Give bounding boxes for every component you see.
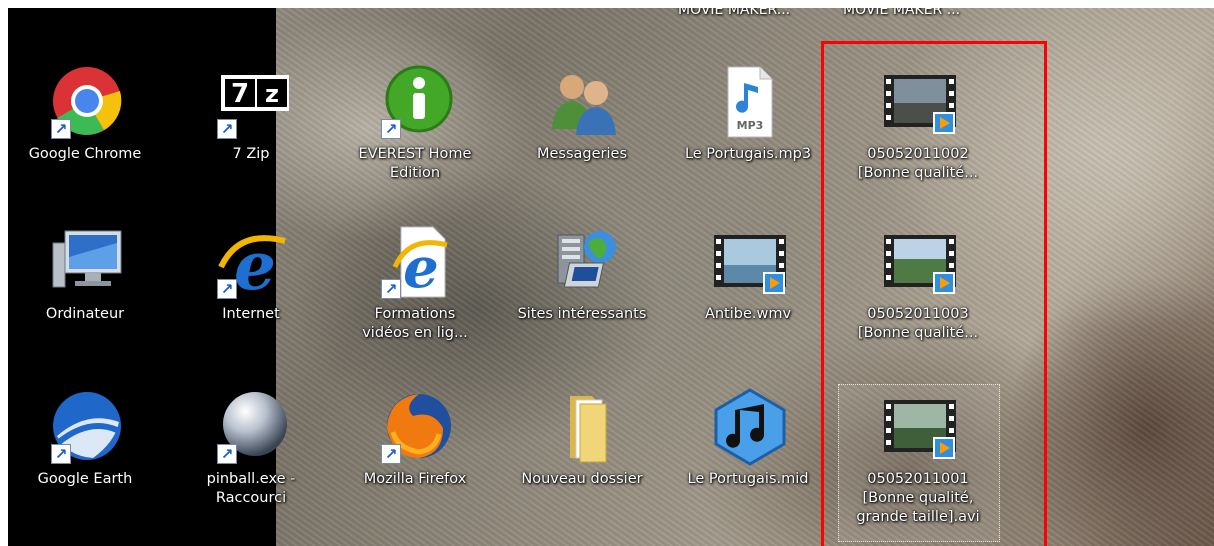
desktop-icon-label: Messageries [536,146,628,162]
desktop-icon-label: Google Chrome [28,146,142,162]
desktop-icon-pinball[interactable]: ↗ pinball.exe - Raccourci [171,388,331,508]
desktop-icon-label: Google Earth [37,471,133,487]
desktop-icon-label: Mozilla Firefox [363,471,467,487]
desktop-icon-internet[interactable]: e ↗ Internet [171,223,331,324]
svg-text:z: z [265,80,279,108]
desktop-icon-label: Nouveau dossier [521,471,643,487]
network-folder-icon [540,223,624,301]
desktop-icon-label: Antibe.wmv [704,306,792,322]
desktop-icon-nouveau-dossier[interactable]: Nouveau dossier [502,388,662,489]
mp3-file-icon: MP3 [706,63,790,141]
desktop-icon-everest[interactable]: ↗ EVEREST Home Edition [335,63,495,183]
desktop-icon-label: Le Portugais.mp3 [684,146,812,162]
desktop-icon-label: Internet [222,306,280,322]
desktop-icon-le-portugais-mp3[interactable]: MP3 Le Portugais.mp3 [668,63,828,164]
shortcut-arrow-icon: ↗ [51,119,71,139]
firefox-icon: ↗ [373,388,457,466]
shortcut-arrow-icon: ↗ [381,119,401,139]
desktop-icon-label: Ordinateur [45,306,125,322]
pinball-icon: ↗ [209,388,293,466]
shortcut-arrow-icon: ↗ [217,119,237,139]
seven-zip-icon: 7 z ↗ [209,63,293,141]
desktop-icon-google-chrome[interactable]: ↗ Google Chrome [8,63,165,164]
computer-icon [43,223,127,301]
desktop-icon-label: Sites intéressants [517,306,647,322]
folder-icon [540,388,624,466]
desktop-icon-google-earth[interactable]: ↗ Google Earth [8,388,165,489]
desktop-icon-le-portugais-mid[interactable]: Le Portugais.mid [668,388,828,489]
desktop-icon-label: Le Portugais.mid [687,471,809,487]
desktop-icon-formations-videos[interactable]: e ↗ Formations vidéos en lig... [335,223,495,343]
midi-file-icon [706,388,790,466]
desktop-icon-antibe-wmv[interactable]: Antibe.wmv [668,223,828,324]
google-earth-icon: ↗ [43,388,127,466]
shortcut-arrow-icon: ↗ [51,444,71,464]
shortcut-arrow-icon: ↗ [217,279,237,299]
desktop-icon-label-partial[interactable]: MOVIE MAKER... [678,8,790,18]
desktop-icon-mozilla-firefox[interactable]: ↗ Mozilla Firefox [335,388,495,489]
internet-explorer-icon: e ↗ [209,223,293,301]
everest-info-icon: ↗ [373,63,457,141]
desktop[interactable]: MOVIE MAKER... MOVIE MAKER ... ↗ Google … [8,8,1214,546]
desktop-icon-label: EVEREST Home Edition [358,146,472,181]
desktop-icon-ordinateur[interactable]: Ordinateur [8,223,165,324]
chrome-icon: ↗ [43,63,127,141]
desktop-icon-messageries[interactable]: Messageries [502,63,662,164]
shortcut-arrow-icon: ↗ [381,279,401,299]
red-annotation-rectangle [821,41,1047,546]
desktop-icon-label: 7 Zip [232,146,270,162]
svg-text:7: 7 [231,79,249,109]
shortcut-arrow-icon: ↗ [217,444,237,464]
desktop-icon-label: Formations vidéos en lig... [362,306,468,341]
messenger-users-icon [540,63,624,141]
ie-document-icon: e ↗ [373,223,457,301]
svg-text:MP3: MP3 [737,119,764,132]
desktop-icon-label: pinball.exe - Raccourci [206,471,296,506]
shortcut-arrow-icon: ↗ [381,444,401,464]
video-file-icon [706,223,790,301]
desktop-icon-sites-interessants[interactable]: Sites intéressants [502,223,662,324]
desktop-icon-7-zip[interactable]: 7 z ↗ 7 Zip [171,63,331,164]
desktop-icon-label-partial[interactable]: MOVIE MAKER ... [843,8,960,18]
